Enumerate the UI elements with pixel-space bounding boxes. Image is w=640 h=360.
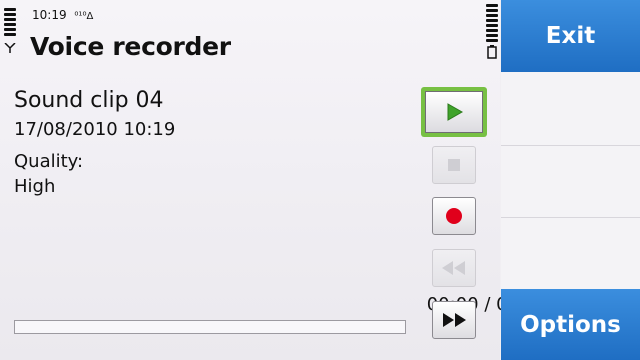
- quality-value: High: [14, 176, 56, 197]
- exit-softkey[interactable]: Exit: [501, 0, 640, 72]
- rewind-button[interactable]: [432, 249, 476, 287]
- softkey-divider: [501, 145, 640, 146]
- battery-icon: [487, 45, 497, 59]
- fast-forward-icon: [443, 313, 466, 327]
- play-button[interactable]: [421, 87, 487, 137]
- clip-name: Sound clip 04: [14, 88, 164, 113]
- options-softkey[interactable]: Options: [501, 289, 640, 360]
- record-button[interactable]: [432, 197, 476, 235]
- page-title: Voice recorder: [30, 32, 231, 61]
- status-bar: 10:19 ⁰¹⁰Δ: [32, 8, 93, 22]
- antenna-icon: [4, 42, 16, 53]
- status-indicators: ⁰¹⁰Δ: [74, 11, 94, 22]
- stop-button[interactable]: [432, 146, 476, 184]
- signal-strength-indicator: [4, 8, 16, 66]
- progress-bar[interactable]: [14, 320, 406, 334]
- softkey-divider: [501, 217, 640, 218]
- stop-icon: [448, 159, 460, 171]
- record-icon: [446, 208, 462, 224]
- fast-forward-button[interactable]: [432, 301, 476, 339]
- battery-indicator: [486, 4, 498, 66]
- clock: 10:19: [32, 8, 67, 22]
- rewind-icon: [442, 261, 465, 275]
- quality-label: Quality:: [14, 151, 84, 172]
- clip-datetime: 17/08/2010 10:19: [14, 119, 176, 140]
- play-icon: [447, 103, 464, 121]
